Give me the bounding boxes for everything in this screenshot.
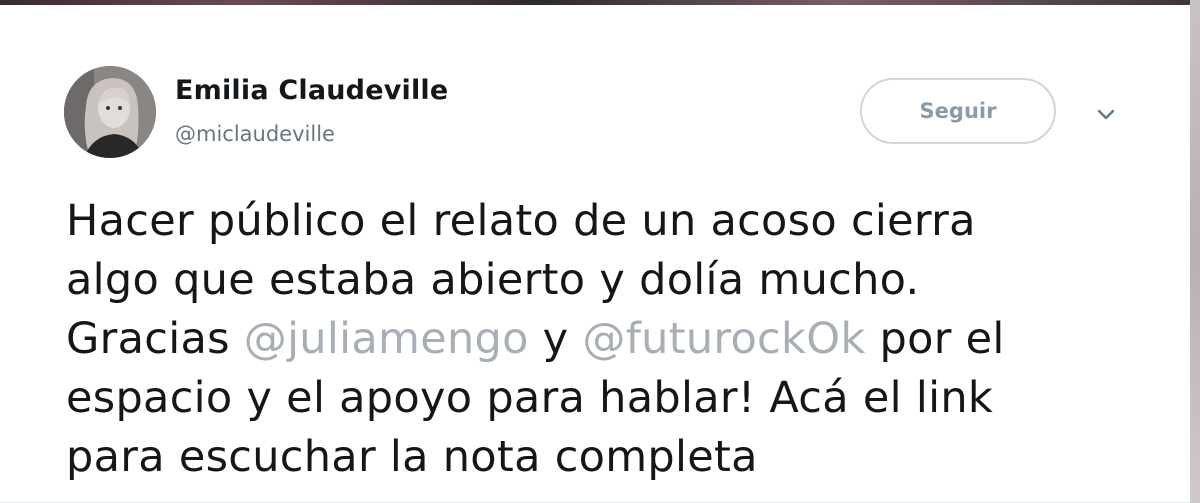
tweet-line: algo que estaba abierto y dolía mucho. — [66, 255, 920, 305]
user-handle[interactable]: @miclaudeville — [175, 122, 335, 146]
mention-link-futurockok[interactable]: @futurockOk — [582, 314, 865, 364]
tweet-line: Gracias @juliamengo y @futurockOk por el — [66, 310, 1116, 369]
chevron-down-icon[interactable] — [1093, 101, 1119, 127]
avatar[interactable] — [64, 66, 156, 158]
tweet-line: Hacer público el relato de un acoso cier… — [66, 196, 976, 246]
tweet-text-segment: y — [528, 314, 583, 364]
mention-link-juliamengo[interactable]: @juliamengo — [244, 314, 529, 364]
tweet-text-segment: Gracias — [66, 314, 244, 364]
background-strip-right — [1190, 0, 1200, 503]
tweet-line: espacio y el apoyo para hablar! Acá el l… — [66, 373, 994, 423]
tweet-card: Emilia Claudeville @miclaudeville Seguir… — [0, 5, 1190, 503]
tweet-line: para escuchar la nota completa — [66, 432, 758, 482]
tweet-text-segment: por el — [865, 314, 1005, 364]
tweet-text: Hacer público el relato de un acoso cier… — [66, 192, 1116, 487]
avatar-photo-icon — [64, 66, 156, 158]
display-name[interactable]: Emilia Claudeville — [175, 75, 448, 106]
follow-button[interactable]: Seguir — [860, 78, 1056, 144]
